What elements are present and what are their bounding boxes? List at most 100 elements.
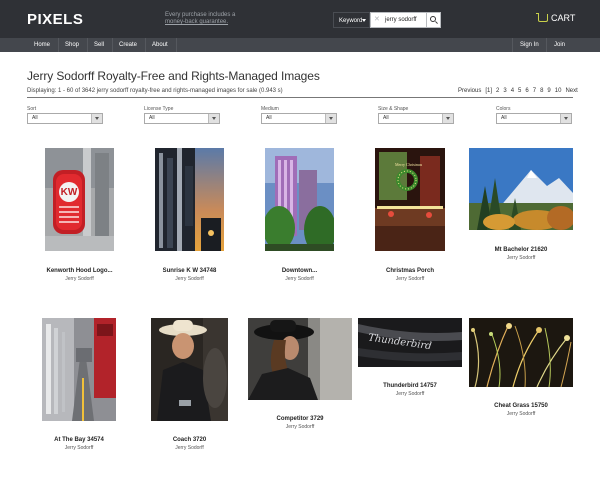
pager-previous[interactable]: Previous [458, 88, 481, 94]
nav-home[interactable]: Home [34, 38, 50, 52]
at-the-bay-image [42, 318, 116, 421]
product-title[interactable]: Coach 3720 [141, 437, 238, 443]
chevron-down-icon [208, 114, 219, 123]
filter-label: Size & Shape [378, 106, 409, 112]
guarantee-link[interactable]: money-back guarantee. [165, 19, 235, 26]
cart-label: CART [551, 13, 576, 23]
filter-medium: Medium All [261, 106, 337, 124]
product-author[interactable]: Jerry Sodorff [45, 276, 114, 282]
filter-size-shape: Size & Shape All [378, 106, 454, 124]
pagination: Previous [1] 2 3 4 5 6 7 8 9 10 Next [458, 88, 578, 94]
product-author[interactable]: Jerry Sodorff [145, 276, 234, 282]
kenworth-logo-image: KW [45, 148, 114, 251]
product-thumbnail[interactable]: KW [45, 148, 114, 251]
pager-next[interactable]: Next [565, 88, 577, 94]
promo-line: Every purchase includes a [165, 12, 236, 18]
title-divider [27, 97, 573, 98]
product-thumbnail[interactable] [469, 318, 573, 387]
chevron-down-icon [325, 114, 336, 123]
product-thumbnail[interactable] [265, 148, 334, 251]
chevron-down-icon [560, 114, 571, 123]
product-title[interactable]: Downtown... [255, 268, 344, 274]
product-title[interactable]: At The Bay 34574 [32, 437, 126, 443]
product-thumbnail[interactable] [42, 318, 116, 421]
christmas-porch-image: Merry Christmas [375, 148, 445, 251]
clear-icon[interactable]: ✕ [374, 13, 380, 27]
product-author[interactable]: Jerry Sodorff [255, 276, 344, 282]
filter-license-select[interactable]: All [144, 113, 220, 124]
thunderbird-image: Thunderbird [358, 318, 462, 367]
product-thumbnail[interactable] [469, 148, 573, 230]
product-title[interactable]: Mt Bachelor 21620 [469, 247, 573, 253]
product-thumbnail[interactable]: Thunderbird [358, 318, 462, 367]
product-thumbnail[interactable]: Merry Christmas [375, 148, 445, 251]
search-type-label: Keyword [339, 18, 363, 24]
product-author[interactable]: Jerry Sodorff [358, 391, 462, 397]
product-author[interactable]: Jerry Sodorff [365, 276, 455, 282]
mt-bachelor-image [469, 148, 573, 230]
pager-page[interactable]: 7 [533, 88, 536, 94]
page-title: Jerry Sodorff Royalty-Free and Rights-Ma… [27, 69, 320, 83]
search-icon-handle [435, 21, 438, 24]
product-author[interactable]: Jerry Sodorff [469, 255, 573, 261]
filter-value: All [501, 115, 507, 121]
product-thumbnail[interactable] [155, 148, 224, 251]
pager-page[interactable]: 8 [540, 88, 543, 94]
pager-page[interactable]: 3 [503, 88, 506, 94]
nav-about[interactable]: About [152, 38, 168, 52]
nav-divider [112, 38, 113, 52]
filter-value: All [266, 115, 272, 121]
product-title[interactable]: Kenworth Hood Logo... [45, 268, 114, 274]
nav-divider [512, 38, 513, 52]
search-button[interactable] [427, 12, 441, 28]
site-logo[interactable]: PIXELS [27, 11, 83, 28]
cart-button[interactable]: CART [536, 13, 576, 23]
product-thumbnail[interactable] [151, 318, 228, 421]
filter-sort-select[interactable]: All [27, 113, 103, 124]
chevron-down-icon [91, 114, 102, 123]
nav-sign-in[interactable]: Sign In [520, 38, 539, 52]
nav-create[interactable]: Create [119, 38, 137, 52]
filter-size-shape-select[interactable]: All [378, 113, 454, 124]
pager-page[interactable]: 5 [518, 88, 521, 94]
product-title[interactable]: Competitor 3729 [248, 416, 352, 422]
product-title[interactable]: Sunrise K W 34748 [145, 268, 234, 274]
nav-bar: Home Shop Sell Create About Sign In Join [0, 38, 600, 52]
nav-divider [58, 38, 59, 52]
product-title[interactable]: Cheat Grass 15750 [469, 403, 573, 409]
pager-page[interactable]: 4 [511, 88, 514, 94]
filter-value: All [383, 115, 389, 121]
product-author[interactable]: Jerry Sodorff [469, 411, 573, 417]
filter-colors-select[interactable]: All [496, 113, 572, 124]
filter-label: Medium [261, 106, 279, 112]
pager-page[interactable]: 9 [547, 88, 550, 94]
filter-value: All [149, 115, 155, 121]
svg-text:Merry Christmas: Merry Christmas [395, 162, 423, 167]
product-author[interactable]: Jerry Sodorff [32, 445, 126, 451]
product-author[interactable]: Jerry Sodorff [141, 445, 238, 451]
product-title[interactable]: Thunderbird 14757 [358, 383, 462, 389]
search-type-select[interactable]: Keyword [333, 12, 370, 28]
downtown-image [265, 148, 334, 251]
nav-join[interactable]: Join [554, 38, 565, 52]
product-author[interactable]: Jerry Sodorff [248, 424, 352, 430]
search-value: jerry sodorff [385, 17, 417, 23]
search-bar: Keyword ✕ jerry sodorff [333, 12, 441, 28]
pager-page[interactable]: 6 [525, 88, 528, 94]
search-input[interactable]: ✕ jerry sodorff [370, 12, 427, 28]
nav-sell[interactable]: Sell [94, 38, 104, 52]
pager-page[interactable]: 2 [496, 88, 499, 94]
pager-page[interactable]: 10 [555, 88, 562, 94]
top-bar: PIXELS Every purchase includes a money-b… [0, 0, 600, 38]
cheat-grass-image [469, 318, 573, 387]
nav-shop[interactable]: Shop [65, 38, 79, 52]
competitor-image [248, 318, 352, 400]
nav-divider [145, 38, 146, 52]
results-count: Displaying: 1 - 60 of 3642 jerry sodorff… [27, 88, 283, 94]
filter-label: License Type [144, 106, 174, 112]
product-title[interactable]: Christmas Porch [365, 268, 455, 274]
filter-medium-select[interactable]: All [261, 113, 337, 124]
filter-value: All [32, 115, 38, 121]
nav-divider [87, 38, 88, 52]
product-thumbnail[interactable] [248, 318, 352, 400]
